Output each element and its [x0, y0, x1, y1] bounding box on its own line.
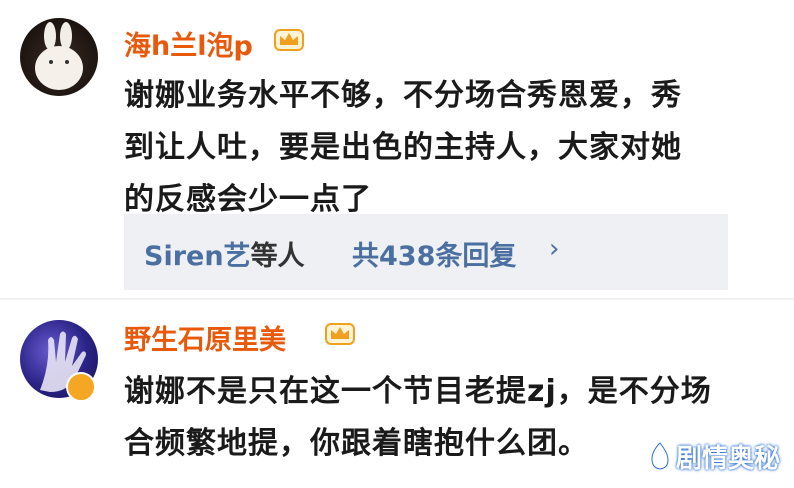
comment-item: 海h兰l泡p 谢娜业务水平不够，不分场合秀恩爱，秀到让人吐，要是出色的主持人，大… [0, 0, 794, 300]
comment-text: 谢娜业务水平不够，不分场合秀恩爱，秀到让人吐，要是出色的主持人，大家对她的反感会… [124, 78, 682, 217]
reply-user-name[interactable]: Siren艺 [144, 241, 251, 272]
comment-item: 野生石原里美 谢娜不是只在这一个节目老提zj，是不分场合频繁地提，你跟着瞎抱什么… [0, 300, 794, 488]
chevron-right-icon[interactable]: › [549, 234, 559, 264]
username[interactable]: 海h兰l泡p [124, 24, 253, 63]
reply-users-suffix: 等人 [250, 241, 305, 272]
reply-count-link[interactable]: 共438条回复 [352, 234, 516, 273]
avatar-rabbit-image [35, 22, 83, 90]
watermark-text: 剧情奥秘 [676, 444, 781, 474]
crown-icon [274, 29, 304, 51]
replies-summary[interactable]: Siren艺等人 共438条回复 › [124, 214, 728, 290]
reply-users[interactable]: Siren艺等人 [144, 234, 305, 273]
username[interactable]: 野生石原里美 [124, 318, 286, 357]
watermark-logo-icon [650, 441, 670, 471]
crown-icon [325, 323, 355, 345]
comment-text: 谢娜不是只在这一个节目老提zj，是不分场合频繁地提，你跟着瞎抱什么团。 [124, 374, 712, 461]
verified-badge-icon [66, 372, 96, 402]
avatar[interactable] [20, 18, 98, 96]
